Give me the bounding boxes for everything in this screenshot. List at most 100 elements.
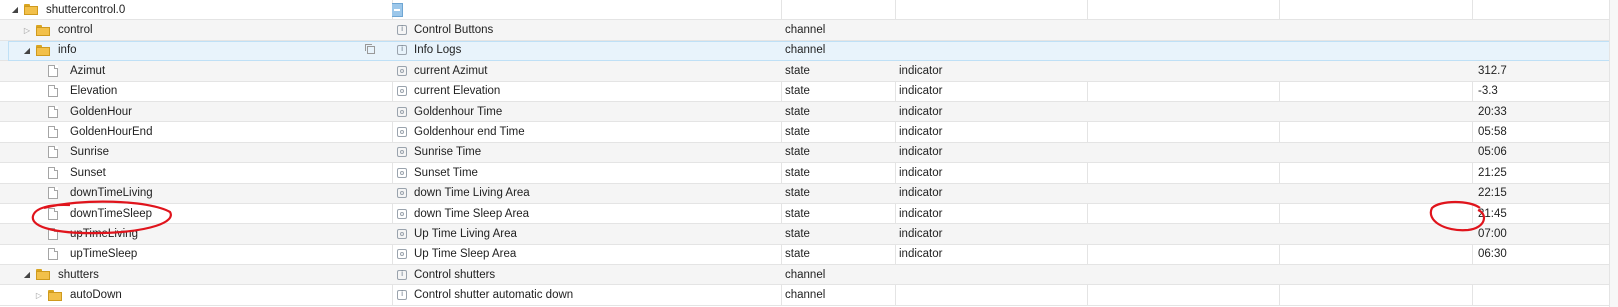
folder-icon: [36, 24, 50, 36]
collapse-arrow-icon[interactable]: ◢: [22, 46, 32, 55]
collapse-arrow-icon[interactable]: ◢: [10, 5, 20, 14]
object-value[interactable]: [1472, 41, 1618, 60]
object-tree-table: ◢ shuttercontrol.0 ▷ control Control Buttons…: [0, 0, 1618, 306]
name-cell[interactable]: Elevation: [0, 82, 392, 101]
tree-row-downtimeliving[interactable]: downTimeLiving down Time Living Area state…: [0, 183, 1618, 204]
empty-cell: [1279, 41, 1472, 60]
object-value[interactable]: -3.3: [1472, 82, 1618, 101]
empty-cell: [1087, 0, 1279, 19]
object-description: Up Time Sleep Area: [414, 248, 517, 261]
tree-row-info[interactable]: ◢ info Info Logs channel: [0, 40, 1618, 62]
object-value[interactable]: 21:45: [1472, 204, 1618, 223]
info-icon: [397, 269, 407, 280]
object-value[interactable]: 22:15: [1472, 184, 1618, 203]
name-cell[interactable]: ▷ autoDown: [0, 285, 392, 304]
name-cell[interactable]: ▷ control: [0, 20, 392, 39]
expand-arrow-icon[interactable]: ▷: [34, 291, 44, 300]
empty-cell: [1087, 82, 1279, 101]
object-type: state: [785, 146, 810, 159]
vertical-scrollbar[interactable]: [1609, 0, 1618, 307]
description-cell: Up Time Living Area: [392, 224, 781, 243]
name-cell[interactable]: GoldenHourEnd: [0, 122, 392, 141]
name-cell[interactable]: ◢ info: [0, 41, 392, 60]
object-name: downTimeSleep: [70, 207, 153, 220]
object-value[interactable]: [1472, 285, 1618, 304]
tree-row-autodown[interactable]: ▷ autoDown Control shutter automatic down c…: [0, 285, 1618, 306]
empty-cell: [1087, 204, 1279, 223]
object-role: indicator: [899, 227, 943, 240]
tree-row-uptimeliving[interactable]: upTimeLiving Up Time Living Area state indi…: [0, 224, 1618, 245]
object-description: Sunrise Time: [414, 146, 482, 159]
description-cell: current Azimut: [392, 61, 781, 80]
object-role: indicator: [899, 64, 943, 77]
object-value[interactable]: 21:25: [1472, 163, 1618, 182]
empty-cell: [1279, 184, 1472, 203]
object-role: [895, 41, 1087, 60]
expand-arrow-icon[interactable]: ▷: [22, 26, 32, 35]
object-description: Goldenhour Time: [414, 105, 503, 118]
object-type: state: [785, 126, 810, 139]
object-description: Sunset Time: [414, 166, 478, 179]
object-value[interactable]: [1472, 265, 1618, 284]
state-icon: [397, 127, 407, 138]
name-cell[interactable]: Azimut: [0, 61, 392, 80]
tree-row-azimut[interactable]: Azimut current Azimut state indicator 312.7: [0, 61, 1618, 82]
empty-cell: [1279, 61, 1472, 80]
name-cell[interactable]: ◢ shutters: [0, 265, 392, 284]
description-cell: current Elevation: [392, 82, 781, 101]
empty-cell: [1087, 163, 1279, 182]
object-value[interactable]: [1472, 0, 1618, 19]
object-value[interactable]: 312.7: [1472, 61, 1618, 80]
tree-row-downtimesleep[interactable]: downTimeSleep down Time Sleep Area state in…: [0, 204, 1618, 225]
object-name: GoldenHourEnd: [70, 126, 153, 139]
tree-row-shuttercontrol-0[interactable]: ◢ shuttercontrol.0: [0, 0, 1618, 21]
object-description: Info Logs: [414, 44, 462, 57]
object-description: Control Buttons: [414, 24, 494, 37]
empty-cell: [1279, 224, 1472, 243]
tree-row-sunrise[interactable]: Sunrise Sunrise Time state indicator 05:06: [0, 142, 1618, 164]
empty-cell: [1087, 61, 1279, 80]
object-name: downTimeLiving: [70, 187, 153, 200]
empty-cell: [1279, 245, 1472, 264]
name-cell[interactable]: upTimeLiving: [0, 224, 392, 243]
name-cell[interactable]: GoldenHour: [0, 102, 392, 121]
object-value[interactable]: 05:58: [1472, 122, 1618, 141]
tree-row-shutters[interactable]: ◢ shutters Control shutters channel: [0, 265, 1618, 286]
tree-row-sunset[interactable]: Sunset Sunset Time state indicator 21:25: [0, 163, 1618, 184]
object-value[interactable]: [1472, 20, 1618, 39]
object-name: Elevation: [70, 85, 118, 98]
object-description: Control shutter automatic down: [414, 289, 574, 302]
tree-row-goldenhourend[interactable]: GoldenHourEnd Goldenhour end Time state ind…: [0, 122, 1618, 143]
empty-cell: [1087, 41, 1279, 60]
copy-icon[interactable]: [365, 43, 375, 54]
empty-cell: [1279, 0, 1472, 19]
empty-cell: [1087, 20, 1279, 39]
tree-row-control[interactable]: ▷ control Control Buttons channel: [0, 20, 1618, 41]
file-icon: [48, 64, 58, 77]
object-type: state: [785, 248, 810, 261]
collapse-arrow-icon[interactable]: ◢: [22, 270, 32, 279]
name-cell[interactable]: Sunrise: [0, 143, 392, 162]
name-cell[interactable]: downTimeSleep: [0, 204, 392, 223]
object-value[interactable]: 05:06: [1472, 143, 1618, 162]
file-icon: [48, 126, 58, 139]
info-icon: [397, 44, 407, 56]
object-name: control: [58, 24, 93, 37]
object-type: state: [785, 207, 810, 220]
name-cell[interactable]: upTimeSleep: [0, 245, 392, 264]
file-icon: [48, 187, 58, 200]
name-cell[interactable]: ◢ shuttercontrol.0: [0, 0, 392, 19]
tree-row-goldenhour[interactable]: GoldenHour Goldenhour Time state indicator 2…: [0, 101, 1618, 123]
empty-cell: [1279, 163, 1472, 182]
description-cell: Goldenhour end Time: [392, 122, 781, 141]
name-cell[interactable]: Sunset: [0, 163, 392, 182]
object-value[interactable]: 07:00: [1472, 224, 1618, 243]
tree-row-elevation[interactable]: Elevation current Elevation state indicator…: [0, 82, 1618, 102]
object-value[interactable]: 20:33: [1472, 102, 1618, 121]
object-type: channel: [785, 289, 826, 302]
toggle-columns-button[interactable]: [392, 2, 403, 17]
object-value[interactable]: 06:30: [1472, 245, 1618, 264]
name-cell[interactable]: downTimeLiving: [0, 184, 392, 203]
tree-row-uptimesleep[interactable]: upTimeSleep Up Time Sleep Area state indica…: [0, 245, 1618, 266]
folder-icon: [48, 289, 62, 301]
